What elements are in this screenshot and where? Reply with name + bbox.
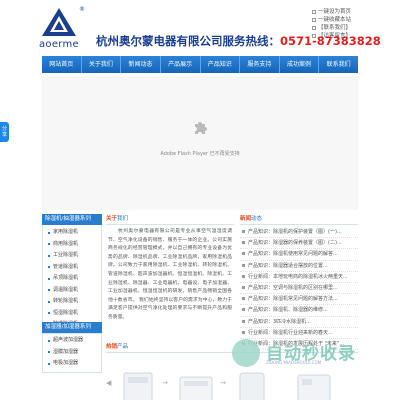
about-title: 关于我们 <box>106 214 234 225</box>
bullet-icon <box>242 297 245 301</box>
bullet-icon <box>242 241 245 245</box>
category-item[interactable]: 吊顶除湿机 <box>43 273 101 285</box>
product-dehumidifier-image[interactable] <box>296 367 332 400</box>
top-links: 一键设为首页 一键收藏本站 【联系我们】 【访客留言】 <box>312 8 372 40</box>
bullet-icon <box>242 308 245 312</box>
slogan-company: 杭州奥尔蒙电器有限公司服务热线： <box>96 34 280 48</box>
category-sidebar: 除湿机/抽湿器系列 家用除湿机 商用除湿机 工业除湿机 管道除湿机 吊顶除湿机 … <box>42 214 102 334</box>
arrow-left-icon[interactable]: ◀ <box>106 379 111 387</box>
nav-item-about[interactable]: 关于我们 <box>82 56 122 73</box>
category-list: 家用除湿机 商用除湿机 工业除湿机 管道除湿机 吊顶除湿机 调温除湿机 转轮除湿… <box>42 225 102 334</box>
nav-item-products[interactable]: 产品展示 <box>161 56 201 73</box>
flash-banner: Adobe Flash Player 已不再受支持 <box>42 76 358 210</box>
main-nav: 网站首页 关于我们 新闻动态 产品展示 产品知识 服务支持 成功案例 联系我们 <box>42 56 358 73</box>
news-title-main: 新闻 <box>240 216 252 222</box>
nav-item-knowledge[interactable]: 产品知识 <box>201 56 241 73</box>
category-item[interactable]: 超声波加湿器 <box>43 335 101 347</box>
category-item[interactable]: 家用除湿机 <box>43 227 101 239</box>
nav-item-cases[interactable]: 成功案例 <box>280 56 320 73</box>
site-header: ® aoerme 杭州奥尔蒙电器有限公司服务热线：0571-87383828 一… <box>0 0 400 55</box>
nav-item-home[interactable]: 网站首页 <box>42 56 82 73</box>
category-item[interactable]: 调温除湿机 <box>43 285 101 297</box>
category-item[interactable]: 电极加湿器 <box>43 358 101 370</box>
nav-item-service[interactable]: 服务支持 <box>240 56 280 73</box>
news-item[interactable]: 产品知识：空调与除湿机的区别在哪里... <box>240 283 358 295</box>
logo-text: aoerme <box>38 39 80 50</box>
news-title: 新闻动态 <box>240 214 358 225</box>
plugin-puzzle-icon <box>195 122 207 134</box>
watermark-subtext: ZIDONG MIAOSHOULU.COM <box>266 360 322 365</box>
category-sidebar-2: 加湿器/加湿器系列 超声波加湿器 湿膜加湿器 电极加湿器 <box>42 322 102 373</box>
about-title-main: 关于 <box>106 216 118 222</box>
category-title-2: 加湿器/加湿器系列 <box>42 322 102 333</box>
logo-mark-icon <box>42 8 76 36</box>
category-item[interactable]: 管道除湿机 <box>43 262 101 274</box>
contact-link[interactable]: 【联系我们】 <box>312 24 372 32</box>
news-item[interactable]: 产品知识：除湿机的保护装置（图）(一)... <box>240 227 358 239</box>
news-item[interactable]: 产品知识：除湿器的保养装置（图）(二)... <box>240 238 358 250</box>
category-item[interactable]: 湿膜加湿器 <box>43 347 101 359</box>
checkbox-icon <box>312 25 316 30</box>
product-dehumidifier-image[interactable] <box>234 367 270 400</box>
product-dehumidifier-image[interactable] <box>120 367 156 400</box>
category-item[interactable]: 恒湿除湿机 <box>43 308 101 320</box>
flash-unsupported-message: Adobe Flash Player 已不再受支持 <box>160 151 240 157</box>
site-logo[interactable]: ® aoerme <box>32 6 86 50</box>
nav-item-contact[interactable]: 联系我们 <box>319 56 358 73</box>
news-item[interactable]: 产品知识：3匹冷水除湿机... <box>240 317 358 328</box>
category-item[interactable]: 转轮除湿机 <box>43 296 101 308</box>
about-section: 关于我们 杭州奥尔蒙电器有限公司是专业从事空气温湿度调节、空气净化设备的销售、服… <box>106 214 234 323</box>
about-title-rest: 我们 <box>117 216 129 222</box>
bullet-icon <box>242 230 245 233</box>
category-list-2: 超声波加湿器 湿膜加湿器 电极加湿器 <box>42 333 102 373</box>
bullet-icon <box>242 263 245 267</box>
set-homepage-link[interactable]: 一键设为首页 <box>312 8 372 16</box>
bookmark-link[interactable]: 一键收藏本站 <box>312 16 372 24</box>
news-item[interactable]: 产品知识：除湿机常见问题的解答方法... <box>240 294 358 306</box>
watermark: 自动秒收录 ZIDONG MIAOSHOULU.COM <box>232 335 392 371</box>
share-tab[interactable]: 分享 <box>0 122 9 142</box>
guestbook-link[interactable]: 【访客留言】 <box>312 32 372 40</box>
products-title-rest: 产品 <box>117 344 129 350</box>
news-item[interactable]: 产品知识：除湿机使用常见问题的解答... <box>240 249 358 261</box>
news-item[interactable]: 产品知识：除湿机、除湿器的维修... <box>240 305 358 317</box>
category-item[interactable]: 工业除湿机 <box>43 250 101 262</box>
checkbox-icon <box>312 33 316 38</box>
news-list: 产品知识：除湿机的保护装置（图）(一)... 产品知识：除湿器的保养装置（图）(… <box>240 225 358 351</box>
bullet-icon <box>242 319 245 323</box>
nav-item-news[interactable]: 新闻动态 <box>121 56 161 73</box>
news-item[interactable]: 产品知识：除湿器适合摆放的位置... <box>240 261 358 272</box>
bullet-icon <box>242 252 245 256</box>
bullet-icon <box>242 285 245 289</box>
bullet-icon <box>242 330 245 334</box>
checkbox-icon <box>312 17 316 22</box>
watermark-logo-icon <box>232 339 260 367</box>
products-title-main: 热销 <box>106 344 118 350</box>
about-text: 杭州奥尔蒙电器有限公司是专业从事空气温湿度调节、空气净化设备的销售、服务于一体的… <box>108 229 232 320</box>
news-item[interactable]: 行业新闻：本地玩电商的除湿机冰火两重天... <box>240 272 358 283</box>
arrow-right-icon: → <box>162 379 168 387</box>
checkbox-icon <box>312 9 316 14</box>
category-item[interactable]: 商用除湿机 <box>43 239 101 251</box>
category-title: 除湿机/抽湿器系列 <box>42 214 102 225</box>
arrow-right-icon: → <box>220 379 226 387</box>
news-title-rest: 动态 <box>251 216 263 222</box>
bullet-icon <box>242 274 245 278</box>
product-dehumidifier-image[interactable] <box>178 367 214 400</box>
news-section: 新闻动态 产品知识：除湿机的保护装置（图）(一)... 产品知识：除湿器的保养装… <box>240 214 358 351</box>
registered-mark: ® <box>79 6 85 13</box>
